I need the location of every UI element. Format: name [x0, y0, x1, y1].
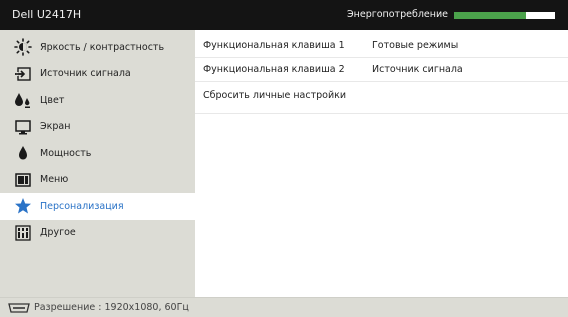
menu-item-label: Яркость / контрастность	[40, 41, 165, 53]
color-icon	[14, 91, 32, 109]
reset-personalization-row[interactable]: Сбросить личные настройки	[195, 82, 568, 114]
osd-footer: Разрешение : 1920x1080, 60Гц	[0, 297, 568, 317]
menu-item-label: Другое	[40, 227, 76, 239]
menu-item-menu[interactable]: Меню	[0, 167, 195, 194]
menu-item-personalize[interactable]: Персонализация	[0, 193, 195, 220]
menu-item-label: Экран	[40, 121, 71, 133]
energy-use-meter	[454, 12, 555, 19]
menu-item-label: Мощность	[40, 147, 92, 159]
monitor-model: Dell U2417H	[12, 8, 82, 21]
reset-personalization-label: Сбросить личные настройки	[203, 90, 347, 101]
menu-item-power[interactable]: Мощность	[0, 140, 195, 167]
others-icon	[14, 224, 32, 242]
energy-use-fill	[454, 12, 526, 19]
menu-item-label: Источник сигнала	[40, 68, 131, 80]
shortcut-key-1-row[interactable]: Функциональная клавиша 1 Готовые режимы	[195, 34, 568, 58]
shortcut-key-1-value: Готовые режимы	[372, 40, 459, 51]
menu-item-display[interactable]: Экран	[0, 114, 195, 141]
shortcut-key-1-label: Функциональная клавиша 1	[203, 40, 345, 51]
video-connector-icon	[7, 303, 31, 313]
menu-item-brightness-contrast[interactable]: Яркость / контрастность	[0, 34, 195, 61]
shortcut-key-2-label: Функциональная клавиша 2	[203, 64, 345, 75]
input-source-icon	[14, 65, 32, 83]
monitor-osd: Dell U2417H Энергопотребление Яркость / …	[0, 0, 568, 317]
menu-item-others[interactable]: Другое	[0, 220, 195, 247]
star-icon	[14, 197, 32, 215]
brightness-icon	[14, 38, 32, 57]
menu-item-label: Персонализация	[40, 200, 124, 212]
shortcut-key-2-row[interactable]: Функциональная клавиша 2 Источник сигнал…	[195, 58, 568, 82]
resolution-info: Разрешение : 1920x1080, 60Гц	[34, 302, 189, 313]
menu-item-label: Меню	[40, 174, 69, 186]
osd-header: Dell U2417H Энергопотребление	[0, 0, 568, 30]
osd-main-menu: Яркость / контрастность Источник сигнала	[0, 30, 195, 297]
personalize-submenu: Функциональная клавиша 1 Готовые режимы …	[195, 30, 568, 297]
display-icon	[14, 118, 32, 136]
menu-item-color[interactable]: Цвет	[0, 87, 195, 114]
menu-item-input-source[interactable]: Источник сигнала	[0, 61, 195, 88]
energy-use-label: Энергопотребление	[347, 9, 448, 20]
shortcut-key-2-value: Источник сигнала	[372, 64, 463, 75]
power-icon	[14, 144, 32, 162]
menu-item-label: Цвет	[40, 94, 65, 106]
menu-icon	[14, 171, 32, 189]
